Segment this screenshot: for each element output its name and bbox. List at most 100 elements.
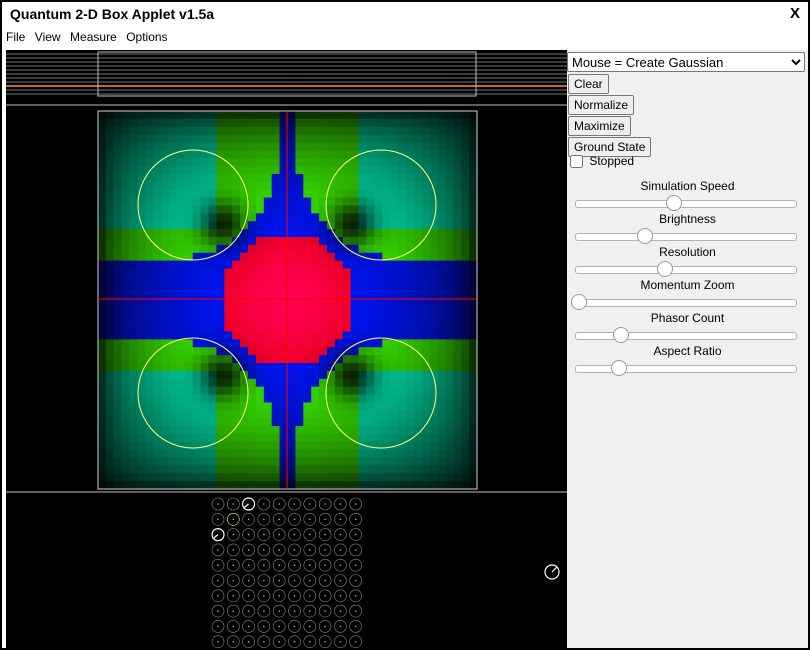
- phasor-dot: [247, 610, 250, 612]
- wave-cell: [366, 370, 375, 380]
- wave-cell: [129, 315, 139, 325]
- wave-cell: [232, 339, 241, 348]
- aspect-ratio-slider[interactable]: [575, 360, 797, 376]
- menu-view[interactable]: View: [31, 29, 61, 44]
- phasor-dot: [278, 549, 281, 551]
- wave-cell: [113, 441, 123, 451]
- wave-cell: [232, 331, 241, 340]
- slider-thumb[interactable]: [657, 261, 673, 277]
- wave-cell: [113, 252, 123, 262]
- wave-cell: [453, 221, 462, 230]
- wave-cell: [405, 142, 415, 151]
- wave-cell: [453, 111, 462, 120]
- simulation-view[interactable]: [6, 50, 567, 648]
- clear-button[interactable]: Clear: [568, 74, 609, 94]
- wave-cell: [240, 307, 249, 317]
- wave-cell: [319, 370, 328, 380]
- wave-cell: [303, 142, 312, 151]
- wave-cell: [342, 386, 352, 396]
- wave-cell: [326, 307, 336, 317]
- wave-cell: [445, 331, 454, 340]
- wave-cell: [113, 410, 123, 419]
- wave-cell: [311, 465, 320, 474]
- wave-cell: [263, 363, 273, 372]
- close-button[interactable]: X: [790, 5, 800, 22]
- phasor-icon-hand: [551, 566, 558, 573]
- phasor-dot: [293, 564, 296, 566]
- wave-cell: [303, 118, 312, 128]
- wave-cell: [342, 323, 352, 333]
- wave-cell: [224, 418, 233, 427]
- wave-cell: [429, 134, 439, 144]
- wave-cell: [105, 481, 115, 490]
- wave-cell: [255, 370, 265, 380]
- wave-cell: [200, 315, 210, 325]
- wave-cell: [248, 174, 257, 183]
- slider-thumb[interactable]: [613, 327, 629, 343]
- wave-cell: [287, 174, 296, 183]
- wave-cell: [271, 284, 281, 293]
- wave-cell: [319, 174, 328, 183]
- momentum-zoom-slider[interactable]: [571, 294, 797, 310]
- wave-cell: [358, 323, 368, 333]
- wave-cell: [461, 221, 470, 230]
- brightness-slider[interactable]: [575, 228, 797, 244]
- wave-cell: [192, 300, 202, 309]
- wave-cell: [311, 394, 320, 403]
- wave-cell: [271, 268, 281, 277]
- wave-cell: [105, 433, 115, 443]
- wave-cell: [271, 150, 281, 159]
- wave-cell: [469, 394, 478, 403]
- wave-cell: [374, 386, 383, 396]
- wave-cell: [405, 363, 415, 372]
- wave-cell: [303, 111, 312, 120]
- menu-file[interactable]: File: [2, 29, 25, 44]
- wave-cell: [232, 386, 241, 396]
- wave-cell: [421, 481, 431, 490]
- normalize-button[interactable]: Normalize: [568, 95, 635, 115]
- wave-cell: [192, 473, 202, 482]
- wave-cell: [405, 158, 415, 167]
- wave-cell: [405, 378, 415, 388]
- wave-cell: [429, 473, 439, 482]
- wave-cell: [184, 111, 194, 120]
- wave-cell: [216, 402, 225, 411]
- energy-level-bar[interactable]: [6, 51, 567, 97]
- wave-cell: [319, 426, 328, 435]
- wave-cell: [469, 189, 478, 199]
- wave-cell: [176, 386, 186, 396]
- wave-cell: [413, 331, 423, 340]
- phasor-grid[interactable]: [211, 497, 363, 648]
- wave-cell: [129, 449, 139, 459]
- slider-thumb[interactable]: [610, 360, 627, 376]
- phasor-dot: [263, 625, 265, 628]
- menu-options[interactable]: Options: [122, 29, 167, 44]
- wave-cell: [121, 323, 131, 333]
- wave-cell: [413, 268, 423, 277]
- slider-thumb[interactable]: [637, 228, 654, 244]
- wave-cell: [255, 284, 265, 293]
- menu-measure[interactable]: Measure: [66, 29, 117, 44]
- maximize-button[interactable]: Maximize: [568, 116, 631, 136]
- phasor-count-slider[interactable]: [575, 327, 797, 343]
- slider-thumb[interactable]: [571, 294, 588, 310]
- wave-cell: [232, 394, 241, 403]
- slider-thumb[interactable]: [665, 195, 682, 211]
- wave-cell: [390, 142, 399, 151]
- stopped-checkbox[interactable]: [570, 155, 583, 168]
- wave-cell: [326, 111, 336, 120]
- wave-cell: [192, 126, 202, 136]
- wave-cell: [224, 370, 233, 380]
- simulation-canvas[interactable]: [6, 50, 567, 648]
- wave-cell: [263, 134, 273, 144]
- simulation-speed-slider[interactable]: [575, 195, 797, 211]
- mouse-mode-select[interactable]: Mouse = Create Gaussian: [567, 52, 805, 72]
- resolution-slider[interactable]: [575, 261, 797, 277]
- wave-cell: [240, 237, 249, 246]
- wave-cell: [105, 378, 115, 388]
- wave-cell: [129, 205, 139, 214]
- wave-cell: [303, 410, 312, 419]
- wave-cell: [453, 268, 462, 277]
- wave-cell: [453, 126, 462, 136]
- wave-cell: [224, 166, 233, 175]
